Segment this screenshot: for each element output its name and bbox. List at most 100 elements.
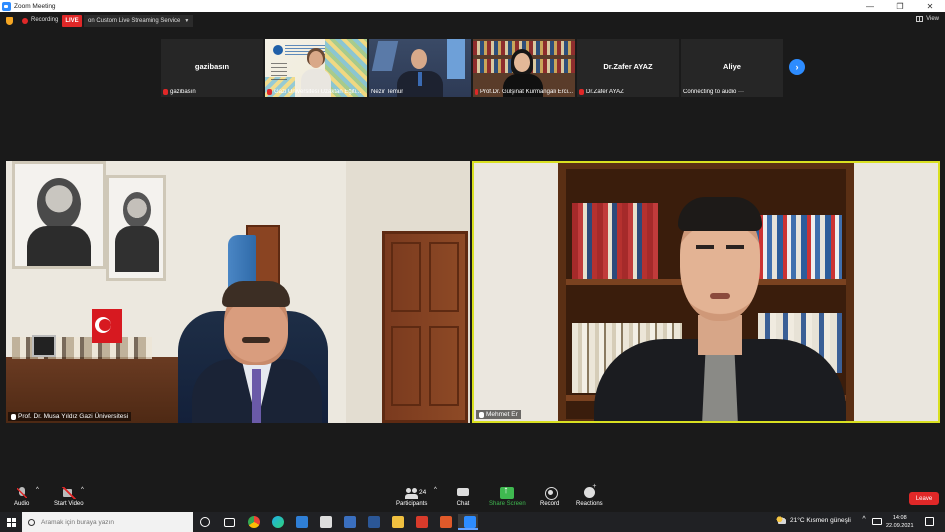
grid-view-icon xyxy=(916,16,924,22)
participants-icon xyxy=(404,487,419,499)
participant-status: Connecting to audio ··· xyxy=(683,89,745,95)
window-controls: — ❐ ✕ xyxy=(855,0,945,12)
participant-name: Gazi Üniversitesi Uzaktan Eğiti... xyxy=(274,89,362,95)
audio-options-caret[interactable]: ^ xyxy=(36,487,39,493)
keyboard-icon[interactable] xyxy=(872,518,882,525)
minimize-button[interactable]: — xyxy=(855,0,885,12)
share-screen-icon xyxy=(500,485,515,499)
participant-label: Prof.Dr. Gülşinat Kurmangali Erci... xyxy=(475,89,573,95)
participant-thumbnail[interactable]: Prof.Dr. Gülşinat Kurmangali Erci... xyxy=(473,39,575,97)
taskbar-search-input[interactable] xyxy=(41,518,181,526)
clock-time: 14:08 xyxy=(892,515,907,521)
weather-text: 21°C Kısmen güneşli xyxy=(790,516,851,524)
participant-name: Mehmet Er xyxy=(486,411,518,418)
participant-thumbnail[interactable]: Aliye Connecting to audio ··· xyxy=(681,39,783,97)
chat-button[interactable]: Chat xyxy=(456,487,470,507)
participant-name: Nezir Temur xyxy=(371,89,404,95)
participant-thumbnail[interactable]: Gazi Üniversitesi Uzaktan Eğiti... xyxy=(265,39,367,97)
acrobat-icon[interactable] xyxy=(416,516,428,528)
zoom-icon xyxy=(464,516,476,528)
participant-name: gazibasın xyxy=(170,89,196,95)
meeting-toolbar: Audio ^ Start Video ^ Participants 24 ^ … xyxy=(0,483,945,512)
participant-label: Dr.Zafer AYAZ xyxy=(579,89,624,95)
record-button[interactable]: Record xyxy=(540,487,559,507)
participant-thumbnail[interactable]: gazibasın gazibasın xyxy=(161,39,263,97)
powerpoint-icon[interactable] xyxy=(440,516,452,528)
participant-name: Prof. Dr. Musa Yıldız Gazi Üniversitesi xyxy=(18,413,129,420)
weather-widget[interactable]: 21°C Kısmen güneşli xyxy=(776,516,851,524)
participant-name: Dr.Zafer AYAZ xyxy=(586,89,624,95)
participant-name: Prof.Dr. Gülşinat Kurmangali Erci... xyxy=(479,89,573,95)
mic-muted-icon xyxy=(475,89,478,95)
maximize-button[interactable]: ❐ xyxy=(885,0,915,12)
study-scene xyxy=(474,163,938,421)
participant-label: Nezir Temur xyxy=(371,89,403,95)
record-label: Record xyxy=(540,501,560,507)
word-icon[interactable] xyxy=(368,516,380,528)
video-options-caret[interactable]: ^ xyxy=(81,487,84,493)
participant-thumbnail[interactable]: Dr.Zafer AYAZ Dr.Zafer AYAZ xyxy=(577,39,679,97)
edge-icon[interactable] xyxy=(272,516,284,528)
chat-label: Chat xyxy=(456,501,470,507)
windows-logo-icon xyxy=(6,517,16,527)
mic-muted-icon xyxy=(163,89,168,95)
live-stream-label: on Custom Live Streaming Service xyxy=(88,18,181,24)
participant-label: Connecting to audio ··· xyxy=(683,89,744,95)
reactions-icon xyxy=(582,483,596,499)
start-button[interactable] xyxy=(0,512,22,532)
next-page-button[interactable]: › xyxy=(789,59,805,75)
meeting-status-row: Recording LIVE on Custom Live Streaming … xyxy=(0,13,945,29)
video-off-icon xyxy=(61,487,76,499)
search-icon xyxy=(28,518,35,526)
live-stream-dropdown[interactable]: on Custom Live Streaming Service ▼ xyxy=(84,15,194,27)
windows-taskbar: 21°C Kısmen güneşli ^ 14:08 22.09.2021 xyxy=(0,512,945,532)
calculator-icon[interactable] xyxy=(344,516,356,528)
participants-count: 24 xyxy=(419,489,427,496)
mic-muted-icon xyxy=(11,413,16,420)
tray-overflow-button[interactable]: ^ xyxy=(860,516,868,526)
chevron-right-icon: › xyxy=(795,62,799,72)
chrome-icon[interactable] xyxy=(248,516,260,528)
participant-name-center: Dr.Zafer AYAZ xyxy=(603,62,653,71)
security-shield-icon[interactable] xyxy=(6,17,13,25)
participant-label: gazibasın xyxy=(163,89,196,95)
partly-sunny-icon xyxy=(776,516,786,524)
office-scene xyxy=(6,161,470,423)
mic-muted-icon xyxy=(15,487,29,499)
caret-down-icon: ▼ xyxy=(184,18,190,24)
share-screen-label: Share Screen xyxy=(489,501,526,507)
reactions-button[interactable]: Reactions xyxy=(576,483,603,507)
leave-button[interactable]: Leave xyxy=(909,492,939,505)
mic-muted-icon xyxy=(579,89,584,95)
taskbar-clock[interactable]: 14:08 22.09.2021 xyxy=(886,514,914,530)
participant-name-center: Aliye xyxy=(723,62,741,71)
cortana-icon[interactable] xyxy=(200,517,210,527)
title-bar: Zoom Meeting — ❐ ✕ xyxy=(0,0,945,12)
recording-dot-icon xyxy=(22,18,28,24)
live-badge[interactable]: LIVE xyxy=(62,15,82,27)
task-view-icon[interactable] xyxy=(224,518,235,527)
notification-icon[interactable] xyxy=(925,517,934,526)
file-explorer-icon[interactable] xyxy=(392,516,404,528)
chat-icon xyxy=(456,487,470,499)
zoom-app-icon xyxy=(2,1,11,11)
participant-thumbnail[interactable]: Nezir Temur xyxy=(369,39,471,97)
clock-date: 22.09.2021 xyxy=(886,523,914,529)
participant-video-active-speaker[interactable]: Mehmet Er xyxy=(472,161,940,423)
share-screen-button[interactable]: Share Screen xyxy=(489,485,526,507)
store-icon[interactable] xyxy=(296,516,308,528)
view-button[interactable]: View xyxy=(916,16,939,22)
start-video-button[interactable]: Start Video xyxy=(54,487,84,507)
record-icon xyxy=(543,487,558,500)
taskbar-search[interactable] xyxy=(22,512,193,532)
store-bag-icon[interactable] xyxy=(320,516,332,528)
audio-button[interactable]: Audio xyxy=(14,487,29,507)
participants-options-caret[interactable]: ^ xyxy=(434,487,437,493)
video-name-label: Mehmet Er xyxy=(476,410,521,419)
mic-muted-icon xyxy=(267,89,272,95)
participant-label: Gazi Üniversitesi Uzaktan Eğiti... xyxy=(267,89,361,95)
close-button[interactable]: ✕ xyxy=(915,0,945,12)
participant-video-main-left[interactable]: Prof. Dr. Musa Yıldız Gazi Üniversitesi xyxy=(6,161,470,423)
participant-name-center: gazibasın xyxy=(194,62,230,71)
audio-label: Audio xyxy=(14,501,30,507)
